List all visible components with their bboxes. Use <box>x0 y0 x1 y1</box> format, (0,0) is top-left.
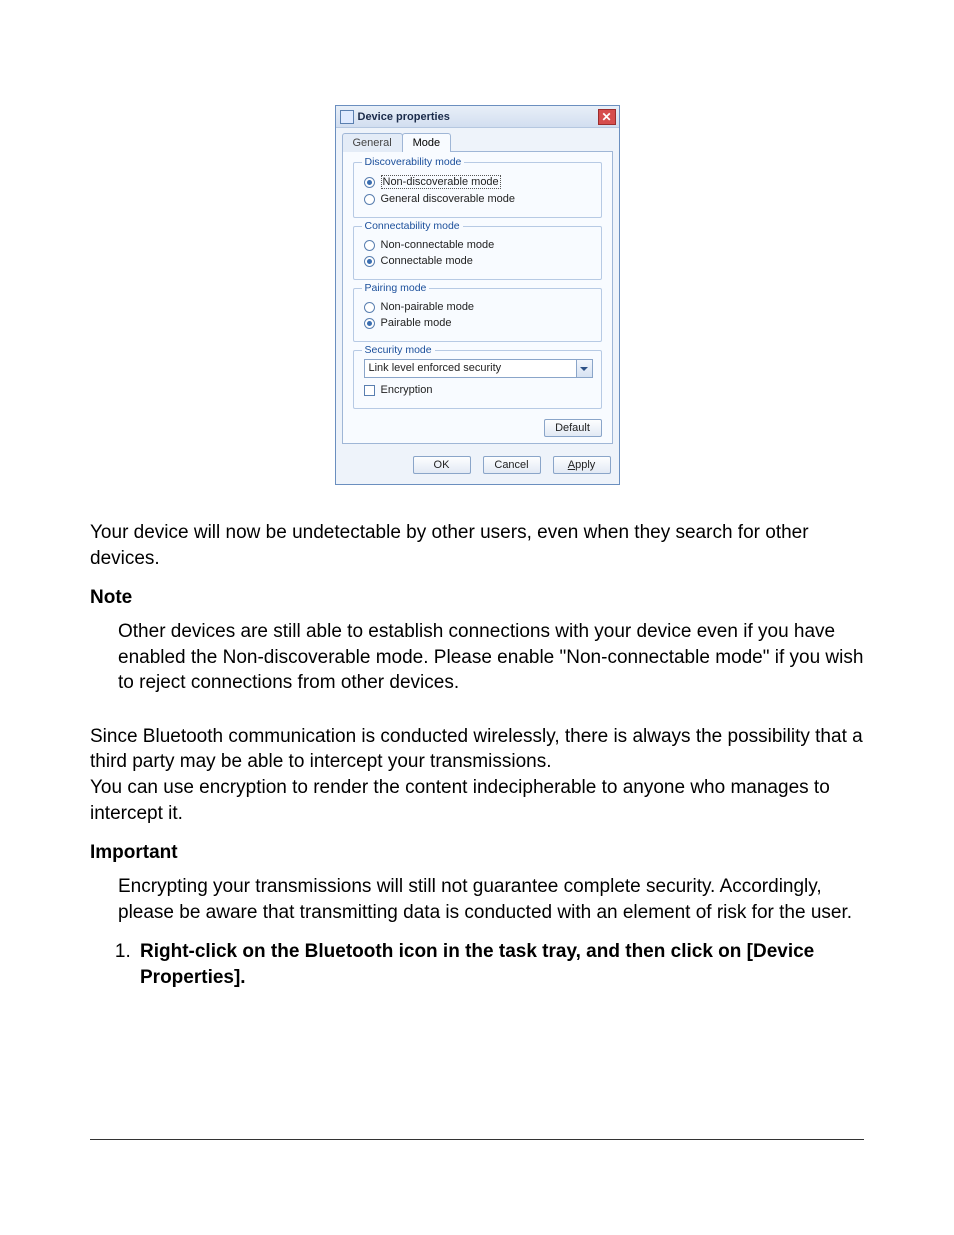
security-select-value: Link level enforced security <box>364 359 577 378</box>
radio-non-pairable[interactable]: Non-pairable mode <box>364 301 593 313</box>
chevron-down-icon[interactable] <box>577 359 593 378</box>
tabstrip: General Mode <box>336 128 619 152</box>
steps-list: Right-click on the Bluetooth icon in the… <box>90 939 864 990</box>
radio-icon <box>364 177 375 188</box>
radio-label-non-pairable: Non-pairable mode <box>381 301 475 313</box>
device-properties-dialog: Device properties ✕ General Mode Discove… <box>335 105 620 485</box>
radio-icon <box>364 194 375 205</box>
cancel-button[interactable]: Cancel <box>483 456 541 474</box>
group-discoverability: Discoverability mode Non-discoverable mo… <box>353 162 602 218</box>
radio-icon <box>364 256 375 267</box>
security-select[interactable]: Link level enforced security <box>364 359 593 378</box>
radio-label-pairable: Pairable mode <box>381 317 452 329</box>
group-pairing-legend: Pairing mode <box>362 282 430 294</box>
group-connectability-legend: Connectability mode <box>362 220 463 232</box>
paragraph: Your device will now be undetectable by … <box>90 520 864 571</box>
radio-non-connectable[interactable]: Non-connectable mode <box>364 239 593 251</box>
note-body: Other devices are still able to establis… <box>90 619 864 696</box>
dialog-title: Device properties <box>358 111 450 123</box>
encryption-checkbox[interactable]: Encryption <box>364 384 593 396</box>
encryption-label: Encryption <box>381 384 433 396</box>
important-heading: Important <box>90 840 864 866</box>
radio-icon <box>364 240 375 251</box>
group-security: Security mode Link level enforced securi… <box>353 350 602 409</box>
group-discoverability-legend: Discoverability mode <box>362 156 465 168</box>
radio-icon <box>364 302 375 313</box>
ok-button[interactable]: OK <box>413 456 471 474</box>
default-button[interactable]: Default <box>544 419 602 437</box>
radio-pairable[interactable]: Pairable mode <box>364 317 593 329</box>
tab-general[interactable]: General <box>342 133 403 152</box>
paragraph: Since Bluetooth communication is conduct… <box>90 724 864 827</box>
radio-non-discoverable[interactable]: Non-discoverable mode <box>364 175 593 189</box>
group-connectability: Connectability mode Non-connectable mode… <box>353 226 602 280</box>
radio-label-non-connectable: Non-connectable mode <box>381 239 495 251</box>
step-1: Right-click on the Bluetooth icon in the… <box>136 939 864 990</box>
radio-connectable[interactable]: Connectable mode <box>364 255 593 267</box>
tabpanel-mode: Discoverability mode Non-discoverable mo… <box>342 151 613 444</box>
radio-general-discoverable[interactable]: General discoverable mode <box>364 193 593 205</box>
important-body: Encrypting your transmissions will still… <box>90 874 864 925</box>
radio-label-general-discoverable: General discoverable mode <box>381 193 516 205</box>
titlebar[interactable]: Device properties ✕ <box>336 106 619 128</box>
group-security-legend: Security mode <box>362 344 435 356</box>
group-pairing: Pairing mode Non-pairable mode Pairable … <box>353 288 602 342</box>
document-body: Your device will now be undetectable by … <box>90 520 864 991</box>
close-icon[interactable]: ✕ <box>598 109 616 125</box>
tab-mode[interactable]: Mode <box>402 133 452 152</box>
radio-label-non-discoverable: Non-discoverable mode <box>381 175 501 189</box>
apply-button[interactable]: Apply <box>553 456 611 474</box>
note-heading: Note <box>90 585 864 611</box>
checkbox-icon <box>364 385 375 396</box>
radio-label-connectable: Connectable mode <box>381 255 473 267</box>
radio-icon <box>364 318 375 329</box>
app-icon <box>340 110 354 124</box>
